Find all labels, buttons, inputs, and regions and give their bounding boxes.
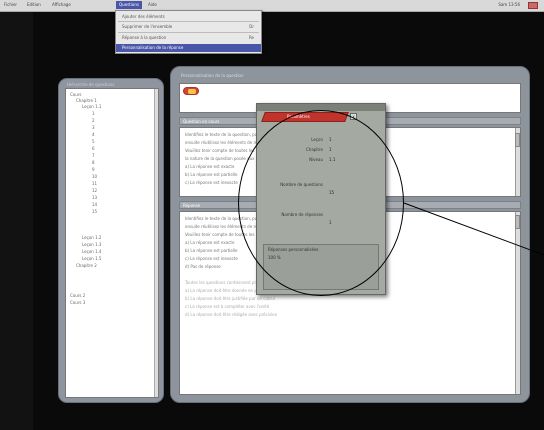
- callout-line: [403, 202, 544, 256]
